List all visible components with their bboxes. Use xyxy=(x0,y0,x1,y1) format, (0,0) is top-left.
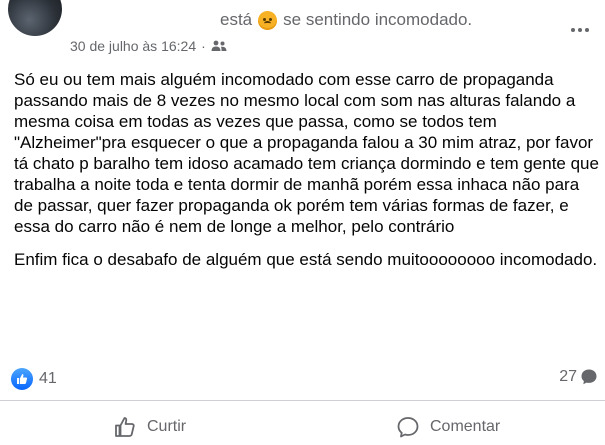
post-body: Só eu ou tem mais alguém incomodado com … xyxy=(14,69,599,282)
friends-icon xyxy=(211,40,227,51)
post-header: está se sentindo incomodado. 30 de julho… xyxy=(0,0,605,62)
more-options-icon[interactable] xyxy=(568,20,592,40)
reactions-summary[interactable]: 41 xyxy=(11,368,57,390)
like-label: Curtir xyxy=(147,418,187,435)
feeling-text: se sentindo incomodado. xyxy=(283,10,473,29)
divider xyxy=(0,400,605,401)
feeling-status: está se sentindo incomodado. xyxy=(220,10,472,30)
date-separator: · xyxy=(201,38,206,54)
comment-bubble-icon xyxy=(581,369,597,385)
thumbs-up-icon xyxy=(115,417,135,437)
comment-button[interactable]: Comentar xyxy=(396,415,500,439)
comment-label: Comentar xyxy=(430,418,501,435)
reactions-count: 41 xyxy=(39,370,57,387)
like-reaction-icon xyxy=(11,368,33,390)
like-button[interactable]: Curtir xyxy=(113,415,186,439)
post-paragraph: Só eu ou tem mais alguém incomodado com … xyxy=(14,70,599,236)
comment-icon xyxy=(397,417,419,438)
annoyed-emoji-icon xyxy=(258,10,278,30)
comments-summary[interactable]: 27 xyxy=(559,368,598,386)
post-paragraph: Enfim fica o desabafo de alguém que está… xyxy=(14,250,598,269)
feeling-prefix: está xyxy=(220,10,253,29)
avatar[interactable] xyxy=(8,0,62,36)
comments-count: 27 xyxy=(559,368,577,385)
post-timestamp: 30 de julho às 16:24 · xyxy=(70,38,227,54)
post-date[interactable]: 30 de julho às 16:24 xyxy=(70,38,196,54)
